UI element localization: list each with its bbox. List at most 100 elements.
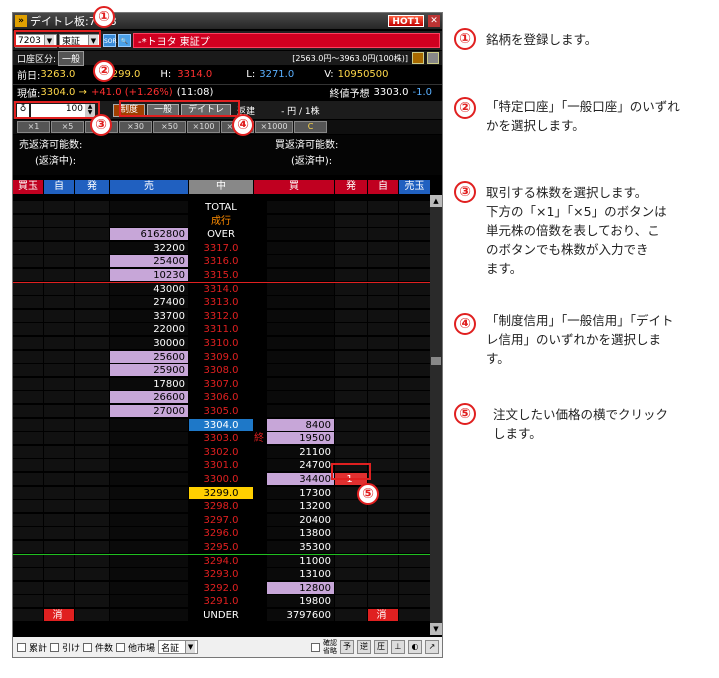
cell-hatsu-right[interactable] xyxy=(335,214,367,227)
cell-ji-right[interactable] xyxy=(368,377,398,390)
cell-kaigyoku[interactable] xyxy=(13,377,43,390)
cell-price[interactable]: 3315.0 xyxy=(189,269,253,281)
cell-buy-qty[interactable]: 13200 xyxy=(267,500,334,513)
cell-hatsu-left[interactable] xyxy=(75,609,109,621)
cell-hatsu-right[interactable] xyxy=(335,445,367,458)
cell-urigyoku[interactable] xyxy=(399,296,430,309)
cell-ji-right[interactable] xyxy=(368,201,398,213)
cell-hatsu-left[interactable] xyxy=(75,541,109,553)
cell-kaigyoku[interactable] xyxy=(13,568,43,581)
cell-ji-left[interactable] xyxy=(44,473,74,485)
cell-ji-left[interactable] xyxy=(44,581,74,594)
cell-price[interactable]: OVER xyxy=(189,228,253,240)
cell-price[interactable]: 3304.0 xyxy=(189,418,253,431)
cell-ji-right[interactable] xyxy=(368,432,398,445)
cell-urigyoku[interactable] xyxy=(399,405,430,417)
cell-hatsu-right[interactable] xyxy=(335,364,367,377)
cell-ji-right[interactable] xyxy=(368,418,398,431)
cell-urigyoku[interactable] xyxy=(399,350,430,363)
cell-urigyoku[interactable] xyxy=(399,377,430,390)
cell-sell-qty[interactable] xyxy=(110,609,188,621)
cell-hatsu-right[interactable] xyxy=(335,228,367,241)
cell-urigyoku[interactable] xyxy=(399,309,430,322)
cell-urigyoku[interactable] xyxy=(399,241,430,254)
table-row[interactable]: 17800 3307.0 xyxy=(13,377,430,391)
cell-hatsu-right[interactable] xyxy=(335,323,367,336)
cell-price[interactable]: 3298.0 xyxy=(189,500,253,512)
cell-buy-qty[interactable]: 3797600 xyxy=(267,609,334,621)
cell-sell-qty[interactable]: 43000 xyxy=(110,282,188,295)
cell-hatsu-right[interactable] xyxy=(335,269,367,281)
table-row[interactable]: 3294.0 11000 xyxy=(13,554,430,568)
multiplier-x30-button[interactable]: ×30 xyxy=(119,121,152,133)
cell-sell-qty[interactable] xyxy=(110,432,188,445)
cell-ji-right[interactable] xyxy=(368,350,398,363)
cell-kaigyoku[interactable] xyxy=(13,201,43,213)
cell-sell-qty[interactable]: 25600 xyxy=(110,350,188,363)
cell-sell-qty[interactable] xyxy=(110,568,188,581)
cell-buy-qty[interactable] xyxy=(267,377,334,390)
cell-kaigyoku[interactable] xyxy=(13,595,43,608)
cell-ji-left[interactable] xyxy=(44,255,74,268)
cell-hatsu-left[interactable] xyxy=(75,527,109,540)
cell-hatsu-right[interactable] xyxy=(335,309,367,322)
cell-kaigyoku[interactable] xyxy=(13,337,43,349)
cell-hatsu-left[interactable] xyxy=(75,201,109,213)
cell-hatsu-right[interactable] xyxy=(335,201,367,213)
cell-buy-qty[interactable]: 19800 xyxy=(267,595,334,608)
multiplier-x100-button[interactable]: ×100 xyxy=(187,121,220,133)
cell-ji-right[interactable] xyxy=(368,568,398,581)
table-row[interactable]: 25400 3316.0 xyxy=(13,255,430,268)
cell-buy-qty[interactable]: 11000 xyxy=(267,554,334,567)
cell-hatsu-right[interactable] xyxy=(335,527,367,540)
cell-urigyoku[interactable] xyxy=(399,445,430,458)
cell-urigyoku[interactable] xyxy=(399,568,430,581)
cell-ji-right[interactable] xyxy=(368,513,398,526)
cell-buy-qty[interactable] xyxy=(267,405,334,417)
cell-urigyoku[interactable] xyxy=(399,228,430,241)
cell-sell-qty[interactable] xyxy=(110,459,188,472)
table-row[interactable]: 3297.0 20400 xyxy=(13,513,430,527)
cell-price[interactable]: TOTAL xyxy=(189,201,253,213)
cell-urigyoku[interactable] xyxy=(399,554,430,567)
table-row[interactable]: 3303.0 終 19500 xyxy=(13,432,430,445)
cell-price[interactable]: 3297.0 xyxy=(189,514,253,526)
cell-kaigyoku[interactable] xyxy=(13,432,43,445)
cell-kaigyoku[interactable] xyxy=(13,296,43,309)
account-type-button[interactable]: 一般 xyxy=(58,50,85,66)
cell-ji-right[interactable] xyxy=(368,541,398,553)
cell-ji-left[interactable] xyxy=(44,418,74,431)
cell-buy-qty[interactable] xyxy=(267,214,334,227)
cell-hatsu-left[interactable] xyxy=(75,228,109,241)
cell-ji-right[interactable] xyxy=(368,554,398,567)
multiplier-x1-button[interactable]: ×1 xyxy=(17,121,50,133)
cell-hatsu-right[interactable] xyxy=(335,337,367,349)
table-row[interactable]: 成行 xyxy=(13,214,430,228)
table-row[interactable]: 3293.0 13100 xyxy=(13,568,430,581)
cell-price[interactable]: 3292.0 xyxy=(189,582,253,594)
settings-icon[interactable] xyxy=(427,52,439,64)
cell-price[interactable]: 3303.0 xyxy=(189,432,253,444)
cell-sell-qty[interactable] xyxy=(110,500,188,513)
cell-buy-qty[interactable]: 17300 xyxy=(267,486,334,499)
cell-ji-left[interactable] xyxy=(44,201,74,213)
cell-ji-left[interactable] xyxy=(44,282,74,295)
cell-ji-right[interactable] xyxy=(368,581,398,594)
table-row[interactable]: 26600 3306.0 xyxy=(13,391,430,404)
cell-kaigyoku[interactable] xyxy=(13,255,43,268)
hot-badge[interactable]: HOT1 xyxy=(388,15,424,27)
cell-ji-left[interactable] xyxy=(44,527,74,540)
cell-kaigyoku[interactable] xyxy=(13,541,43,553)
cell-buy-qty[interactable] xyxy=(267,255,334,268)
table-row[interactable]: 25900 3308.0 xyxy=(13,364,430,377)
checkbox-other-market[interactable] xyxy=(116,642,126,652)
cell-ji-left[interactable] xyxy=(44,486,74,499)
table-row[interactable]: 25600 3309.0 xyxy=(13,350,430,364)
cell-ji-left[interactable] xyxy=(44,214,74,227)
cell-buy-qty[interactable]: 34400 xyxy=(267,473,334,485)
cell-sell-qty[interactable]: 32200 xyxy=(110,241,188,254)
cell-ji-left[interactable] xyxy=(44,554,74,567)
cell-urigyoku[interactable] xyxy=(399,459,430,472)
chevron-down-icon[interactable]: ▼ xyxy=(185,641,196,653)
cell-urigyoku[interactable] xyxy=(399,323,430,336)
